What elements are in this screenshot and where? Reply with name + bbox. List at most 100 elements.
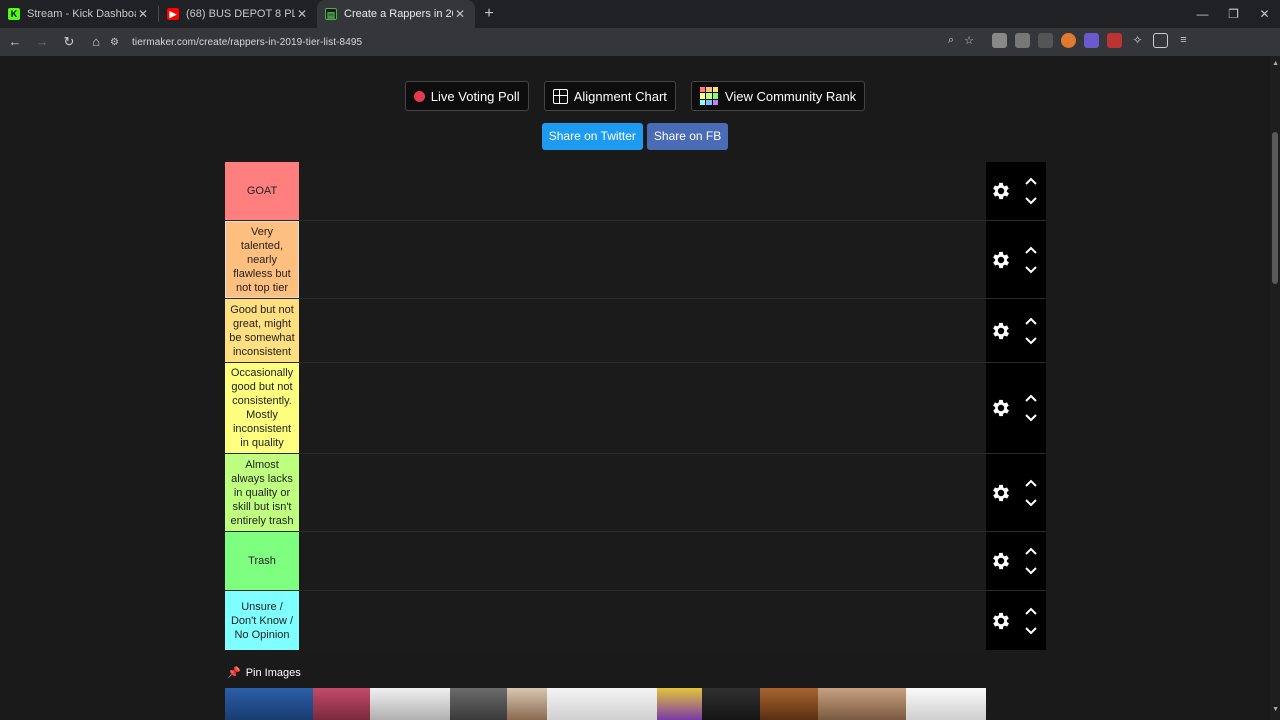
tab-youtube[interactable]: ▶ (68) BUS DEPOT 8 PLAYERS | ZO ✕ xyxy=(159,0,317,28)
pin-images-toggle[interactable]: 📌 Pin Images xyxy=(227,666,301,680)
tier-grid-icon xyxy=(699,87,718,105)
extension-icon[interactable] xyxy=(1107,33,1122,48)
rapper-image[interactable] xyxy=(818,688,906,720)
back-icon[interactable]: ← xyxy=(3,30,27,54)
tier-label[interactable]: Good but not great, might be somewhat in… xyxy=(225,299,299,362)
rapper-image[interactable] xyxy=(507,688,547,720)
tier-row: GOAT xyxy=(225,162,1046,221)
tier-controls xyxy=(986,162,1046,220)
extension-icon[interactable] xyxy=(1015,33,1030,48)
tier-drop-zone[interactable] xyxy=(299,532,986,590)
puzzle-icon[interactable]: ✧ xyxy=(1130,33,1145,48)
tier-drop-zone[interactable] xyxy=(299,591,986,650)
tab-kick-dashboard[interactable]: K Stream - Kick Dashboard ✕ xyxy=(0,0,158,28)
browser-toolbar: ← → ↻ ⌂ ⚙ tiermaker.com/create/rappers-i… xyxy=(0,28,1280,78)
url-text: tiermaker.com/create/rappers-in-2019-tie… xyxy=(132,36,363,48)
bookmark-star-icon[interactable]: ☆ xyxy=(964,34,974,47)
tier-label[interactable]: Trash xyxy=(225,532,299,590)
address-bar[interactable]: ⚙ tiermaker.com/create/rappers-in-2019-t… xyxy=(104,31,984,53)
scrollbar-thumb[interactable] xyxy=(1272,132,1278,284)
tier-label[interactable]: Very talented, nearly flawless but not t… xyxy=(225,221,299,298)
move-arrows-icon[interactable] xyxy=(1024,244,1038,276)
extension-icon[interactable] xyxy=(1061,33,1076,48)
rapper-image[interactable] xyxy=(702,688,760,720)
rapper-image[interactable] xyxy=(313,688,370,720)
tier-controls xyxy=(986,299,1046,362)
gear-icon[interactable] xyxy=(990,550,1012,572)
rapper-image[interactable] xyxy=(547,688,657,720)
action-buttons: Live Voting Poll Alignment Chart View Co… xyxy=(0,81,1270,111)
share-twitter-button[interactable]: Share on Twitter xyxy=(541,123,643,150)
tier-label[interactable]: Unsure / Don't Know / No Opinion xyxy=(225,591,299,650)
button-label: Alignment Chart xyxy=(573,88,667,104)
tier-controls xyxy=(986,454,1046,531)
site-info-icon[interactable]: ⚙ xyxy=(110,37,126,48)
rapper-image[interactable] xyxy=(370,688,450,720)
gear-icon[interactable] xyxy=(990,180,1012,202)
scroll-up-icon[interactable]: ▲ xyxy=(1272,60,1279,67)
tier-label[interactable]: Almost always lacks in quality or skill … xyxy=(225,454,299,531)
extension-icon[interactable] xyxy=(992,33,1007,48)
scroll-down-icon[interactable]: ▼ xyxy=(1272,706,1279,713)
rapper-image[interactable] xyxy=(225,688,313,720)
tab-title: Create a Rappers in 2025 Tier L xyxy=(344,8,453,20)
share-fb-button[interactable]: Share on FB xyxy=(646,123,729,150)
gear-icon[interactable] xyxy=(990,482,1012,504)
tier-controls xyxy=(986,221,1046,298)
tier-drop-zone[interactable] xyxy=(299,299,986,362)
maximize-icon[interactable]: ❐ xyxy=(1218,0,1249,28)
move-arrows-icon[interactable] xyxy=(1024,605,1038,637)
zoom-icon[interactable]: ⌕ xyxy=(948,34,954,47)
tier-row: Very talented, nearly flawless but not t… xyxy=(225,221,1046,299)
alignment-chart-button[interactable]: Alignment Chart xyxy=(543,81,676,111)
gear-icon[interactable] xyxy=(990,249,1012,271)
tier-label[interactable]: GOAT xyxy=(225,162,299,220)
rapper-image[interactable] xyxy=(760,688,818,720)
pin-icon: 📌 xyxy=(227,667,241,679)
media-icon[interactable]: ≡ xyxy=(1176,33,1191,48)
move-arrows-icon[interactable] xyxy=(1024,477,1038,509)
extensions-bar: ✧ ≡ xyxy=(992,33,1191,48)
live-dot-icon xyxy=(413,90,425,102)
button-label: Live Voting Poll xyxy=(430,88,520,104)
move-arrows-icon[interactable] xyxy=(1024,315,1038,347)
view-community-rank-button[interactable]: View Community Rank xyxy=(690,81,866,111)
sidebar-icon[interactable] xyxy=(1153,33,1168,48)
extension-icon[interactable] xyxy=(1038,33,1053,48)
rapper-image[interactable] xyxy=(450,688,507,720)
tier-controls xyxy=(986,591,1046,650)
tab-title: Stream - Kick Dashboard xyxy=(27,8,136,20)
window-close-icon[interactable]: ✕ xyxy=(1249,0,1280,28)
minimize-icon[interactable]: — xyxy=(1187,0,1218,28)
new-tab-button[interactable]: + xyxy=(475,0,503,28)
move-arrows-icon[interactable] xyxy=(1024,392,1038,424)
tier-row: Trash xyxy=(225,532,1046,591)
rapper-image[interactable] xyxy=(657,688,702,720)
forward-icon[interactable]: → xyxy=(30,30,54,54)
tiermaker-icon: ▤ xyxy=(325,8,337,20)
tier-list: GOAT Very talented, nearly flawless but … xyxy=(225,162,1046,650)
pin-images-label: Pin Images xyxy=(245,666,301,679)
reload-icon[interactable]: ↻ xyxy=(57,30,81,54)
extension-icon[interactable] xyxy=(1084,33,1099,48)
gear-icon[interactable] xyxy=(990,320,1012,342)
tab-tiermaker[interactable]: ▤ Create a Rappers in 2025 Tier L ✕ xyxy=(317,0,475,28)
tier-label[interactable]: Occasionally good but not consistently. … xyxy=(225,363,299,453)
tier-drop-zone[interactable] xyxy=(299,454,986,531)
tier-drop-zone[interactable] xyxy=(299,162,986,220)
gear-icon[interactable] xyxy=(990,397,1012,419)
tier-controls xyxy=(986,532,1046,590)
move-arrows-icon[interactable] xyxy=(1024,545,1038,577)
gear-icon[interactable] xyxy=(990,610,1012,632)
live-voting-poll-button[interactable]: Live Voting Poll xyxy=(404,81,529,111)
tier-drop-zone[interactable] xyxy=(299,363,986,453)
tier-row: Almost always lacks in quality or skill … xyxy=(225,454,1046,532)
move-arrows-icon[interactable] xyxy=(1024,175,1038,207)
close-icon[interactable]: ✕ xyxy=(453,7,467,21)
tier-drop-zone[interactable] xyxy=(299,221,986,298)
kick-icon: K xyxy=(8,8,20,20)
rapper-image[interactable] xyxy=(906,688,986,720)
youtube-icon: ▶ xyxy=(167,8,179,20)
close-icon[interactable]: ✕ xyxy=(295,7,309,21)
close-icon[interactable]: ✕ xyxy=(136,7,150,21)
